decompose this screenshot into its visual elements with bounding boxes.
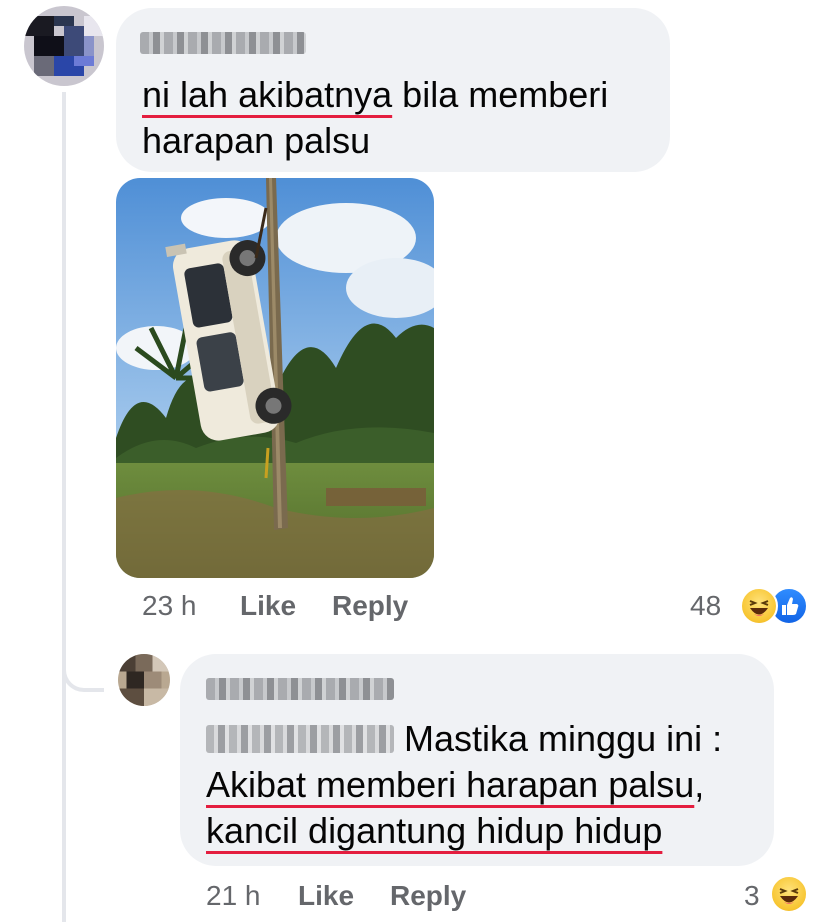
reaction-icons[interactable] xyxy=(738,586,808,626)
reaction-count[interactable]: 48 xyxy=(690,590,721,622)
commenter-avatar[interactable] xyxy=(24,6,104,86)
comment-bubble: ni lah akibatnya bila memberi harapan pa… xyxy=(116,8,670,172)
thread-connector xyxy=(62,640,104,692)
reply-timestamp: 21 h xyxy=(206,880,261,911)
comment-text: ni lah akibatnya bila memberi harapan pa… xyxy=(142,72,662,164)
comment-text-part: bila memberi xyxy=(392,74,609,115)
mention-tag[interactable] xyxy=(206,725,394,753)
reply-text-highlight: Akibat memberi harapan palsu xyxy=(206,764,695,805)
comment-text-line2: harapan palsu xyxy=(142,120,371,161)
reply-button[interactable]: Reply xyxy=(332,590,408,622)
comment-author-name[interactable] xyxy=(140,32,306,54)
comment-timestamp: 23 h xyxy=(142,590,197,621)
reply-text-punct: , xyxy=(694,764,705,805)
reply-author-name[interactable] xyxy=(206,678,394,700)
haha-icon xyxy=(740,587,778,625)
like-button[interactable]: Like xyxy=(240,590,296,622)
comment-photo[interactable] xyxy=(116,178,434,578)
reply-like-button[interactable]: Like xyxy=(298,880,354,912)
replier-avatar[interactable] xyxy=(118,654,170,706)
reply-reply-button[interactable]: Reply xyxy=(390,880,466,912)
reply-text-line3: kancil digantung hidup hidup xyxy=(206,810,663,851)
reply-text-line1: Mastika minggu ini : xyxy=(394,718,723,759)
reply-text: Mastika minggu ini : Akibat memberi hara… xyxy=(206,716,766,854)
reply-bubble: Mastika minggu ini : Akibat memberi hara… xyxy=(180,654,774,866)
reply-reaction-icons[interactable] xyxy=(768,874,808,914)
thread-line xyxy=(62,92,66,922)
haha-icon xyxy=(770,875,808,913)
comment-text-highlight: ni lah akibatnya xyxy=(142,74,393,115)
reply-reaction-count[interactable]: 3 xyxy=(744,880,760,912)
